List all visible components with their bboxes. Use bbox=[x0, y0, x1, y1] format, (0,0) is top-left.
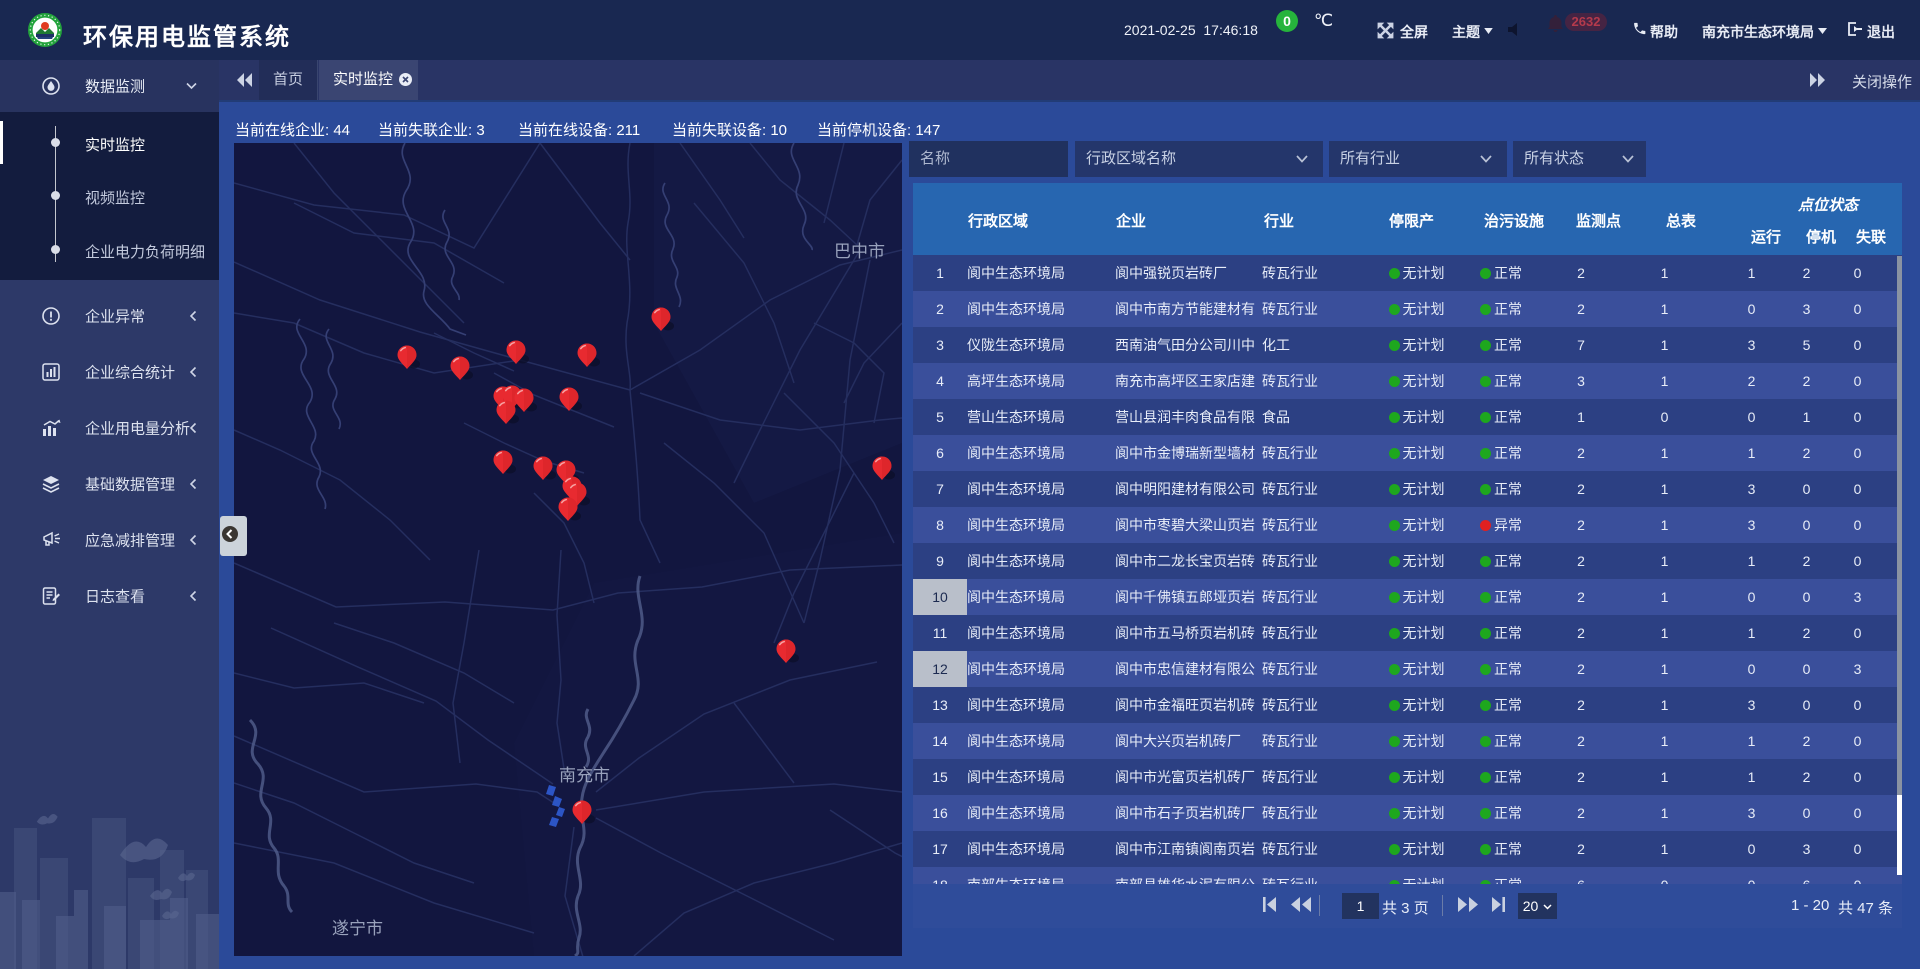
svg-text:巴中市: 巴中市 bbox=[834, 242, 885, 261]
svg-text:南充市: 南充市 bbox=[559, 766, 610, 785]
svg-text:遂宁市: 遂宁市 bbox=[332, 919, 383, 938]
